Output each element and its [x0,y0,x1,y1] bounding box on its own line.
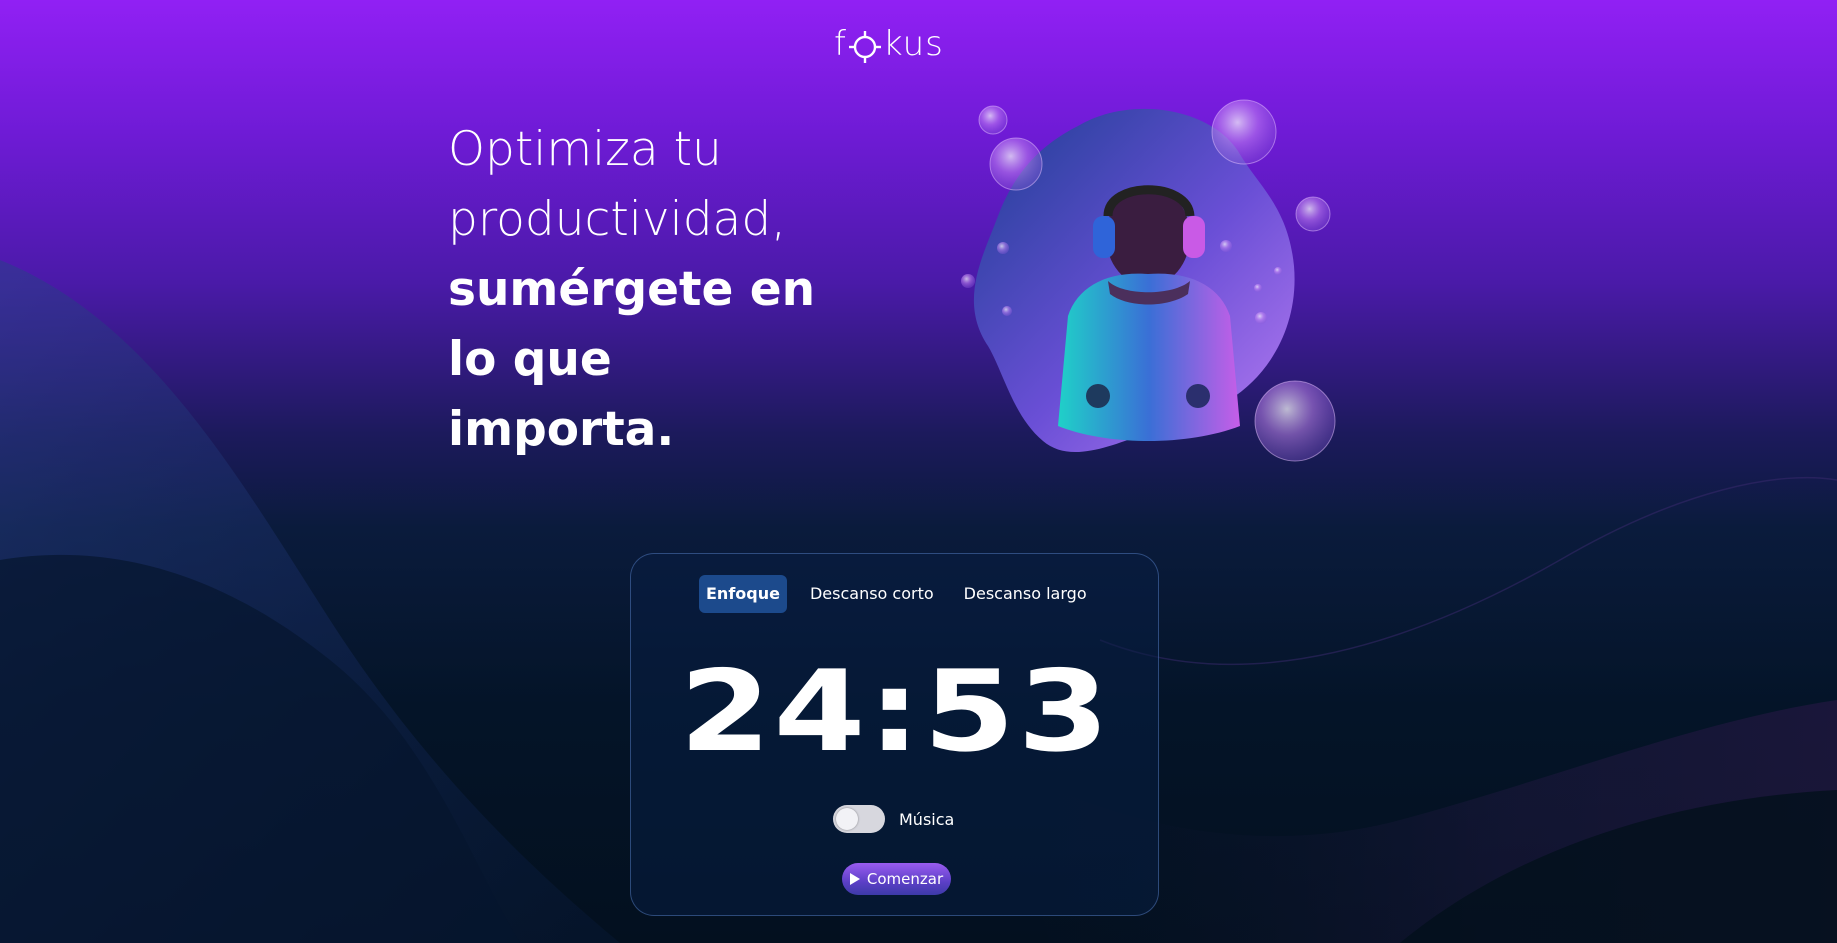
hero-title-line-2: productividad, [448,192,787,247]
music-label: Música [899,809,955,829]
hero-title-line-5: importa. [448,402,675,457]
timer-display: 24:53 [679,647,1112,777]
logo-text-prefix: f [834,24,847,64]
play-icon [849,873,860,885]
hero-title-line-4: lo que [448,332,612,387]
hero-title: Optimiza tu productividad, sumérgete en … [448,115,888,465]
fokus-logo[interactable]: f kus [834,22,944,66]
timer-mode-tabs: Enfoque Descanso corto Descanso largo [699,575,1094,613]
toggle-knob [836,808,858,830]
timer-card: Enfoque Descanso corto Descanso largo 24… [630,553,1159,916]
hero-illustration [961,99,1336,462]
hero-title-line-3: sumérgete en [448,262,816,317]
tab-descanso-corto[interactable]: Descanso corto [803,575,941,613]
music-toggle-row: Música [833,805,954,833]
start-button[interactable]: Comenzar [842,863,951,895]
tab-enfoque[interactable]: Enfoque [699,575,787,613]
start-button-label: Comenzar [866,870,944,888]
logo-text-suffix: kus [882,24,944,64]
hero-title-line-1: Optimiza tu [448,122,722,177]
tab-descanso-largo[interactable]: Descanso largo [957,575,1094,613]
music-toggle[interactable] [833,805,885,833]
target-icon [848,30,882,64]
